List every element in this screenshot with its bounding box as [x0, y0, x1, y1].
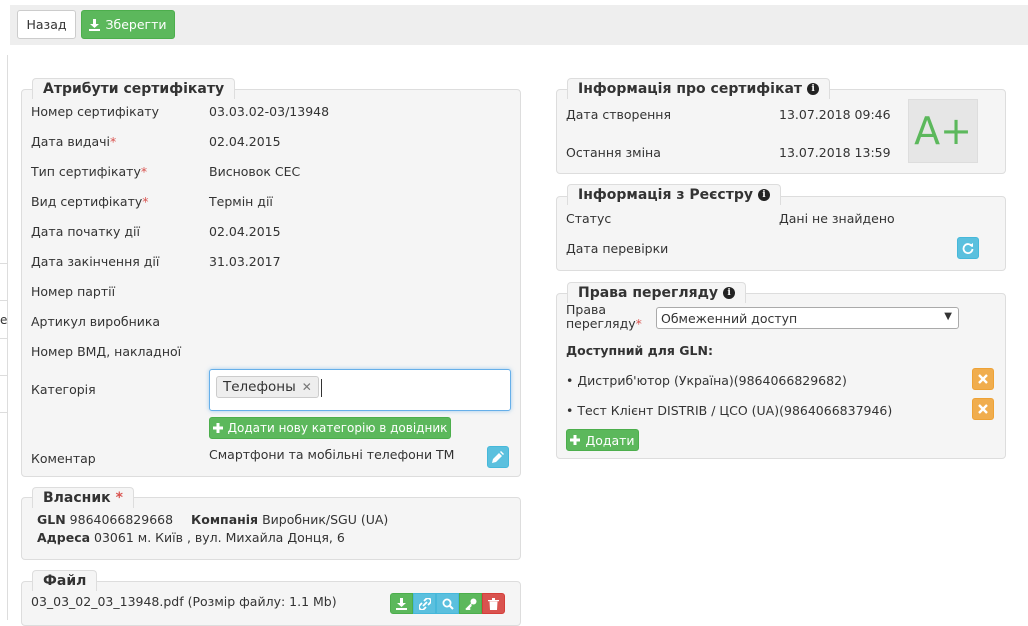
save-button-label: Зберегти: [105, 17, 167, 32]
save-button[interactable]: Зберегти: [81, 10, 175, 39]
add-gln-label: Додати: [585, 432, 635, 448]
grade-badge: A+: [908, 99, 978, 163]
category-tag: Телефоны ✕: [216, 376, 319, 398]
available-gln-label: Доступний для GLN:: [566, 343, 713, 358]
file-name: 03_03_02_03_13948.pdf (Розмір файлу: 1.1…: [31, 594, 337, 609]
cert-kind-label: Вид сертифікату*: [31, 194, 149, 209]
cert-type-value: Висновок СЕС: [209, 164, 301, 179]
modified-value: 13.07.2018 13:59: [779, 145, 891, 160]
owner-title: Власник *: [32, 487, 134, 508]
attributes-title: Атрибути сертифікату: [32, 78, 236, 99]
owner-gln-line: GLN 9864066829668 Компанія Виробник/SGU …: [37, 512, 388, 527]
trash-icon: [488, 597, 499, 610]
edit-comment-button[interactable]: [487, 446, 509, 468]
edge-tick: [0, 375, 7, 376]
cert-number-label: Номер сертифікату: [31, 104, 160, 119]
status-label: Статус: [566, 211, 612, 226]
remove-gln-button[interactable]: [972, 398, 994, 420]
caret-down-icon: ▼: [944, 311, 952, 322]
info-icon[interactable]: i: [723, 287, 736, 299]
comment-label: Коментар: [31, 451, 96, 466]
article-label: Артикул виробника: [31, 314, 161, 329]
zoom-icon: [442, 598, 454, 610]
cert-type-label: Тип сертифікату*: [31, 164, 148, 179]
view-rights-title: Права перегляду i: [567, 282, 747, 303]
gln-list-item: • Тест Клієнт DISTRIB / ЦСО (UA)(9864066…: [566, 403, 893, 418]
end-date-value: 31.03.2017: [209, 254, 281, 269]
download-icon: [396, 597, 407, 610]
address-label: Адреса: [37, 530, 91, 545]
info-icon[interactable]: i: [807, 83, 820, 95]
owner-address-line: Адреса 03061 м. Київ , вул. Михайла Донц…: [37, 530, 345, 545]
check-date-label: Дата перевірки: [566, 241, 669, 256]
created-label: Дата створення: [566, 107, 671, 122]
refresh-registry-button[interactable]: [957, 237, 979, 259]
times-icon: [978, 374, 988, 384]
link-file-button[interactable]: [413, 593, 436, 614]
status-value: Дані не знайдено: [779, 211, 895, 226]
add-gln-button[interactable]: Додати: [566, 429, 639, 451]
file-title: Файл: [32, 570, 98, 591]
add-category-label: Додати нову категорію в довідник: [227, 421, 448, 435]
edge-tick: [0, 338, 7, 339]
comment-value: Смартфони та мобільні телефони ТМ: [209, 447, 455, 462]
edge-tick: [0, 412, 7, 413]
registry-panel: [556, 196, 1006, 271]
cert-kind-value: Термін дії: [209, 194, 273, 209]
link-icon: [418, 597, 431, 610]
plus-icon: [570, 435, 581, 445]
created-value: 13.07.2018 09:46: [779, 107, 891, 122]
end-date-label: Дата закінчення дії: [31, 254, 160, 269]
edge-tick: [0, 300, 7, 301]
registry-title: Інформація з Реєстру i: [567, 184, 781, 205]
download-file-button[interactable]: [390, 593, 413, 614]
add-category-button[interactable]: Додати нову категорію в довідник: [209, 417, 451, 439]
text-caret: [321, 379, 322, 397]
gln-list-item: • Дистриб'ютор (Україна)(9864066829682): [566, 373, 847, 388]
back-button[interactable]: Назад: [17, 10, 76, 39]
gln-value: 9864066829668: [69, 512, 174, 527]
key-icon: [464, 598, 476, 610]
issue-date-label: Дата видачі*: [31, 134, 117, 149]
times-icon: [978, 404, 988, 414]
remove-gln-button[interactable]: [972, 368, 994, 390]
category-input[interactable]: Телефоны ✕: [209, 369, 511, 411]
cert-info-title: Інформація про сертифікат i: [567, 78, 831, 99]
company-label: Компанія: [191, 512, 259, 527]
plus-icon: [212, 423, 223, 433]
rights-select[interactable]: Обмеженний доступ ▼: [656, 307, 959, 329]
category-tag-label: Телефоны: [223, 379, 296, 395]
start-date-value: 02.04.2015: [209, 224, 281, 239]
rights-select-value: Обмеженний доступ: [661, 310, 798, 326]
remove-tag-icon[interactable]: ✕: [302, 380, 312, 394]
delete-file-button[interactable]: [482, 593, 505, 614]
left-edge-divider: [7, 55, 8, 620]
gln-label: GLN: [37, 512, 66, 527]
category-label: Категорія: [31, 382, 96, 397]
rights-label: Права перегляду*: [566, 302, 642, 331]
key-file-button[interactable]: [459, 593, 482, 614]
preview-file-button[interactable]: [436, 593, 459, 614]
issue-date-value: 02.04.2015: [209, 134, 281, 149]
edge-letter: е: [0, 313, 8, 327]
cert-number-value: 03.03.02-03/13948: [209, 104, 330, 119]
download-icon: [89, 18, 101, 31]
start-date-label: Дата початку дії: [31, 224, 140, 239]
modified-label: Остання зміна: [566, 145, 661, 160]
edge-tick: [0, 263, 7, 264]
batch-label: Номер партії: [31, 284, 116, 299]
pencil-icon: [492, 451, 504, 463]
company-value: Виробник/SGU (UA): [262, 512, 389, 527]
refresh-icon: [962, 243, 974, 254]
vmd-label: Номер ВМД, накладної: [31, 344, 182, 359]
info-icon[interactable]: i: [757, 189, 770, 201]
address-value: 03061 м. Київ , вул. Михайла Донця, 6: [94, 530, 345, 545]
